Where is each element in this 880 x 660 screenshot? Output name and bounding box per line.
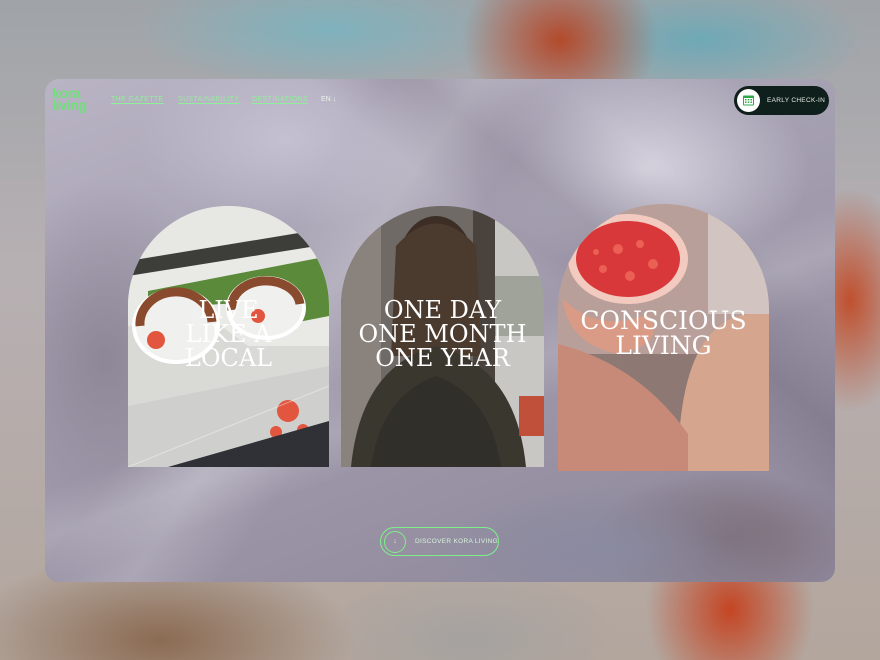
- kora-living-logo[interactable]: kora living: [52, 86, 87, 112]
- discover-label: DISCOVER KORA LIVING: [415, 538, 498, 545]
- card-one-day-one-month-one-year[interactable]: ONE DAY ONE MONTH ONE YEAR: [341, 206, 544, 467]
- nav-link-gazette[interactable]: THE GAZETTE: [111, 96, 164, 103]
- hero-frame: kora living THE GAZETTE SUSTAINABILITY D…: [45, 79, 835, 582]
- card-conscious-living[interactable]: CONSCIOUS LIVING: [558, 204, 769, 471]
- early-checkin-button[interactable]: EARLY CHECK-IN: [734, 86, 829, 115]
- nav-link-destinations[interactable]: DESTINATIONS: [252, 96, 308, 103]
- discover-kora-living-button[interactable]: ↓ DISCOVER KORA LIVING: [380, 527, 499, 556]
- card-live-like-a-local[interactable]: LIVE LIKE A LOCAL: [128, 206, 329, 467]
- calendar-icon: [737, 89, 760, 112]
- nav-link-sustainability[interactable]: SUSTAINABILITY: [178, 96, 239, 103]
- early-checkin-label: EARLY CHECK-IN: [767, 97, 826, 104]
- language-label: EN: [321, 96, 331, 103]
- top-nav: kora living THE GAZETTE SUSTAINABILITY D…: [45, 79, 835, 123]
- card-title: ONE DAY ONE MONTH ONE YEAR: [358, 296, 527, 372]
- arrow-down-icon: ↓: [384, 530, 406, 553]
- language-selector[interactable]: EN ↓: [321, 96, 336, 103]
- chevron-down-icon: ↓: [332, 96, 337, 103]
- card-title: CONSCIOUS LIVING: [580, 306, 747, 360]
- card-title: LIVE LIKE A LOCAL: [184, 296, 273, 372]
